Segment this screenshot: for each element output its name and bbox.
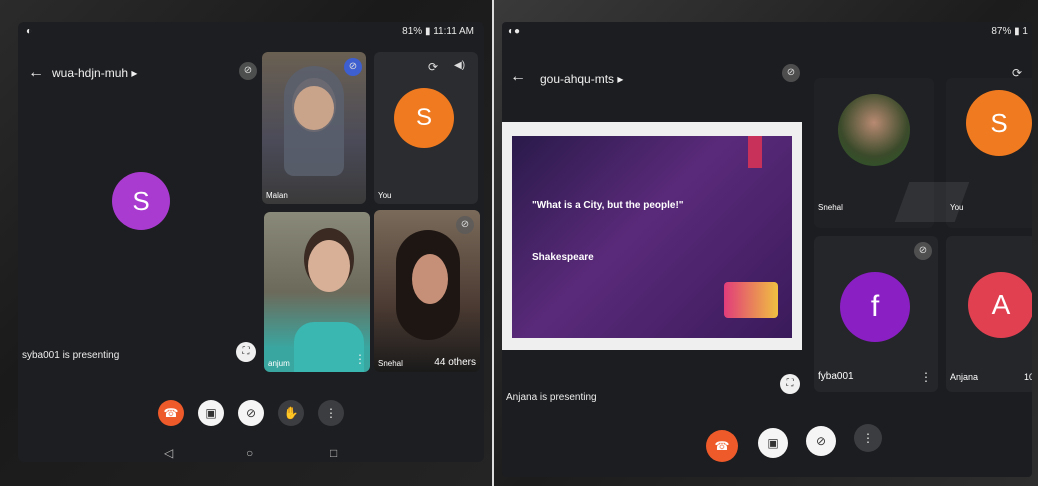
hangup-button[interactable]: ☎ — [706, 430, 738, 462]
presenting-label: Anjana is presenting — [506, 392, 597, 403]
left-meet-screen: ◐ 81% ▮ 11:11 AM ← wua-hdjn-muh ▸ ⊘ S sy… — [18, 22, 484, 462]
more-options-button[interactable]: ⋮ — [318, 400, 344, 426]
tile-fyba001[interactable]: ⊘ f fyba001 ⋮ — [814, 236, 938, 392]
camera-flip-icon[interactable]: ⟳ — [428, 60, 438, 74]
participant-face — [308, 240, 350, 292]
nav-home-icon[interactable]: ○ — [246, 446, 253, 460]
slide-quote: "What is a City, but the people!" — [532, 200, 684, 211]
camera-off-button[interactable]: ▣ — [758, 428, 788, 458]
slide-author: Shakespeare — [532, 252, 594, 263]
mic-off-icon: ⊘ — [239, 62, 257, 80]
tile-anjana[interactable]: A Anjana 10 — [946, 236, 1032, 392]
tile-snehal[interactable]: ⊘ Snehal 44 others — [374, 210, 480, 372]
raise-hand-button[interactable]: ✋ — [278, 400, 304, 426]
f-avatar: f — [840, 272, 910, 342]
tile-you[interactable]: ⟳ ◀) S You — [374, 52, 478, 204]
you-avatar: S — [966, 90, 1032, 156]
tile-name: Anjana — [950, 372, 979, 382]
tile-anjum[interactable]: ⋮ anjum — [264, 212, 370, 372]
tile-name: fyba001 — [818, 371, 854, 382]
others-count[interactable]: 10 — [1024, 372, 1032, 382]
nav-back-icon[interactable]: ◁ — [164, 446, 173, 460]
mic-off-button[interactable]: ⊘ — [238, 400, 264, 426]
hangup-button[interactable]: ☎ — [158, 400, 184, 426]
slide-logo — [724, 282, 778, 318]
right-meet-screen: ◐● 87% ▮ 1 ← gou-ahqu-mts ▸ ⊘ ⟳ "What is… — [502, 22, 1032, 477]
participant-photo — [838, 94, 910, 166]
more-icon[interactable]: ⋮ — [354, 352, 366, 366]
participant-face-front — [294, 86, 334, 130]
you-avatar: S — [394, 88, 454, 148]
nav-recent-icon[interactable]: □ — [330, 446, 337, 460]
tile-malan[interactable]: ⊘ Malan — [262, 52, 366, 204]
tile-name: Snehal — [818, 203, 843, 212]
meeting-code[interactable]: gou-ahqu-mts ▸ — [540, 72, 623, 86]
more-options-button[interactable]: ⋮ — [854, 424, 882, 452]
status-bar-left-icon: ◐● — [508, 26, 521, 37]
more-icon[interactable]: ⋮ — [920, 370, 932, 384]
speaking-indicator-icon: ⊘ — [344, 58, 362, 76]
presentation-slide: "What is a City, but the people!" Shakes… — [502, 122, 802, 350]
mic-off-icon: ⊘ — [456, 216, 474, 234]
meeting-code[interactable]: wua-hdjn-muh ▸ — [52, 66, 137, 80]
back-arrow-icon[interactable]: ← — [28, 64, 44, 82]
dropdown-icon: ▸ — [131, 66, 138, 80]
back-arrow-icon[interactable]: ← — [510, 68, 526, 86]
camera-off-button[interactable]: ▣ — [198, 400, 224, 426]
right-photo: ◐● 87% ▮ 1 ← gou-ahqu-mts ▸ ⊘ ⟳ "What is… — [494, 0, 1038, 486]
meeting-code-text: wua-hdjn-muh — [52, 66, 129, 80]
presenter-avatar: S — [112, 172, 170, 230]
participant-face — [412, 254, 448, 304]
dropdown-icon: ▸ — [617, 72, 624, 86]
presenting-label: syba001 is presenting — [22, 350, 120, 361]
status-bar-time: 81% ▮ 11:11 AM — [402, 26, 474, 37]
a-avatar: A — [968, 272, 1032, 338]
slide-accent — [748, 136, 762, 168]
tile-name: You — [378, 191, 392, 200]
status-bar-battery: 87% ▮ 1 — [991, 26, 1028, 37]
expand-icon[interactable]: ⛶ — [780, 374, 800, 394]
meeting-code-text: gou-ahqu-mts — [540, 72, 615, 86]
tile-name: Snehal — [378, 359, 403, 368]
expand-icon[interactable]: ⛶ — [236, 342, 256, 362]
others-count[interactable]: 44 others — [434, 357, 476, 368]
left-photo: ◐ 81% ▮ 11:11 AM ← wua-hdjn-muh ▸ ⊘ S sy… — [0, 0, 492, 486]
mic-off-icon: ⊘ — [782, 64, 800, 82]
tile-name: Malan — [266, 191, 288, 200]
speaker-icon[interactable]: ◀) — [454, 60, 465, 71]
slide-background: "What is a City, but the people!" Shakes… — [512, 136, 792, 338]
mic-off-button[interactable]: ⊘ — [806, 426, 836, 456]
tile-name: anjum — [268, 359, 290, 368]
mic-off-icon: ⊘ — [914, 242, 932, 260]
status-bar-left-icon: ◐ — [26, 26, 33, 37]
